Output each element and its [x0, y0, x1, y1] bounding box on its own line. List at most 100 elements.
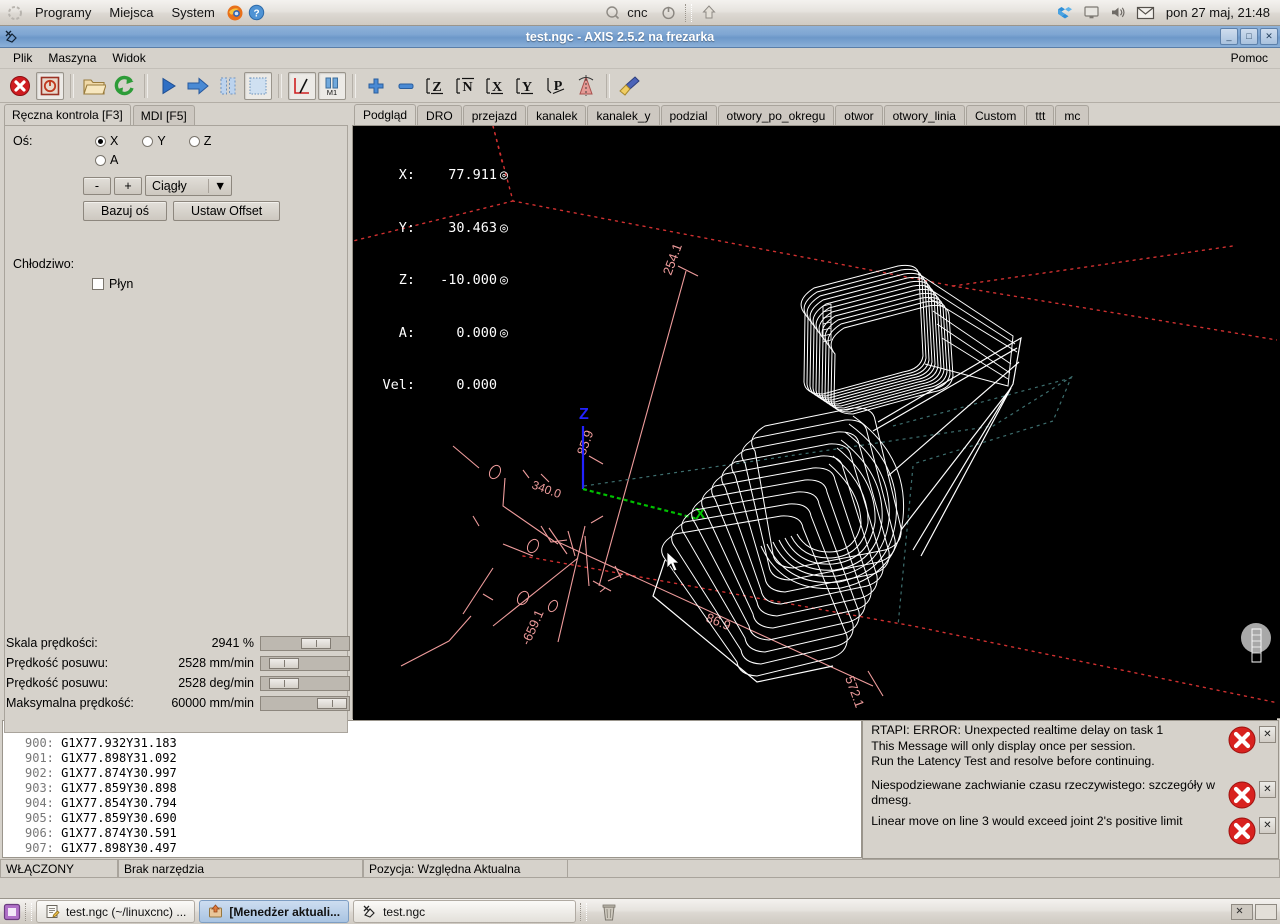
gcode-line[interactable]: 907: G1X77.898Y30.497: [3, 841, 861, 856]
radio-a-label: A: [110, 153, 119, 167]
view-n-icon-button[interactable]: N: [452, 72, 480, 100]
display-icon[interactable]: [1081, 2, 1103, 24]
error-x-icon[interactable]: [1227, 780, 1257, 810]
workspace-switcher[interactable]: [1231, 903, 1277, 920]
tab-custom[interactable]: Custom: [965, 105, 1026, 126]
max-velocity-slider[interactable]: [260, 695, 350, 711]
axis-radio-a[interactable]: A: [95, 153, 118, 167]
error-close-button[interactable]: ✕: [1259, 780, 1276, 798]
toggle-skip-lines-button[interactable]: [288, 71, 316, 100]
run-program-button[interactable]: [154, 72, 182, 100]
axis-radio-x[interactable]: X: [95, 134, 118, 148]
taskbar-item-update-manager[interactable]: [Menedżer aktuali...: [199, 900, 350, 923]
tab-mdi[interactable]: MDI [F5]: [132, 105, 195, 126]
help-icon[interactable]: ?: [246, 2, 268, 24]
machine-power-button[interactable]: [36, 71, 64, 100]
taskbar-item-editor[interactable]: test.ngc (~/linuxcnc) ...: [36, 900, 196, 923]
set-offset-button[interactable]: Ustaw Offset: [172, 201, 281, 221]
gcode-line[interactable]: 903: G1X77.859Y30.898: [3, 781, 861, 796]
toolbar-separator: [278, 73, 282, 98]
tab-przejazd[interactable]: przejazd: [462, 105, 527, 126]
tab-kanalek[interactable]: kanalek: [527, 105, 587, 126]
tab-manual-control[interactable]: Ręczna kontrola [F3]: [4, 104, 131, 126]
gcode-line[interactable]: 900: G1X77.932Y31.183: [3, 736, 861, 751]
gcode-line[interactable]: 904: G1X77.854Y30.794: [3, 796, 861, 811]
view-x-icon-button[interactable]: X: [482, 72, 510, 100]
firefox-icon[interactable]: [224, 2, 246, 24]
window-minimize-button[interactable]: _: [1220, 28, 1238, 45]
panel-menu-system[interactable]: System: [162, 2, 223, 23]
gnome-foot-icon[interactable]: [4, 2, 26, 24]
power-icon[interactable]: [657, 2, 679, 24]
coolant-flood-checkbox[interactable]: Płyn: [92, 277, 347, 291]
estop-button[interactable]: [6, 72, 34, 100]
taskbar-item-axis[interactable]: test.ngc: [353, 900, 577, 923]
error-close-button[interactable]: ✕: [1259, 726, 1276, 743]
trash-icon[interactable]: [599, 902, 619, 922]
error-close-button[interactable]: ✕: [1259, 816, 1276, 834]
dropbox-icon[interactable]: [1054, 2, 1076, 24]
reload-file-button[interactable]: [110, 72, 138, 100]
tab-otwor[interactable]: otwor: [835, 105, 883, 126]
optional-stop-m1-button[interactable]: M1: [318, 71, 346, 100]
rotate-cone-icon-button[interactable]: [572, 72, 600, 100]
gcode-line[interactable]: 901: G1X77.898Y31.092: [3, 751, 861, 766]
slider-thumb[interactable]: [269, 657, 299, 669]
gcode-line[interactable]: 905: G1X77.859Y30.690: [3, 811, 861, 826]
feed-override-slider[interactable]: [260, 635, 350, 651]
open-file-button[interactable]: [80, 72, 108, 100]
view-p-icon-button[interactable]: P: [542, 72, 570, 100]
jog-minus-button[interactable]: -: [83, 176, 111, 195]
stop-button[interactable]: [244, 71, 272, 100]
show-desktop-icon[interactable]: [3, 903, 21, 921]
gcode-line[interactable]: 906: G1X77.874Y30.591: [3, 826, 861, 841]
view-z-icon-button[interactable]: Z: [422, 72, 450, 100]
zoom-in-button[interactable]: [362, 72, 390, 100]
mail-icon[interactable]: [1135, 2, 1157, 24]
menu-plik[interactable]: Plik: [5, 49, 40, 67]
menu-maszyna[interactable]: Maszyna: [40, 49, 104, 67]
error-x-icon[interactable]: [1227, 725, 1257, 755]
error-x-icon[interactable]: [1227, 816, 1257, 846]
view-y-icon-button[interactable]: Y: [512, 72, 540, 100]
axis-radio-y[interactable]: Y: [142, 134, 166, 148]
jog-speed-linear-slider[interactable]: [260, 655, 350, 671]
slider-thumb[interactable]: [269, 677, 299, 689]
window-maximize-button[interactable]: □: [1240, 28, 1258, 45]
tab-otwory-po-okregu[interactable]: otwory_po_okregu: [717, 105, 835, 126]
pause-button[interactable]: [214, 72, 242, 100]
window-close-button[interactable]: ✕: [1260, 28, 1278, 45]
jog-speed-angular-slider[interactable]: [260, 675, 350, 691]
gcode-line[interactable]: 902: G1X77.874Y30.997: [3, 766, 861, 781]
slider-thumb[interactable]: [317, 697, 347, 709]
jog-plus-button[interactable]: +: [114, 176, 142, 195]
slider-thumb[interactable]: [301, 637, 331, 649]
clear-plot-broom-button[interactable]: [616, 72, 644, 100]
panel-menu-miejsca[interactable]: Miejsca: [100, 2, 162, 23]
menu-pomoc[interactable]: Pomoc: [1223, 49, 1280, 67]
tab-mc[interactable]: mc: [1055, 105, 1090, 126]
clock[interactable]: pon 27 maj, 21:48: [1162, 5, 1278, 20]
tab-podzial[interactable]: podzial: [660, 105, 717, 126]
tab-otwory-linia[interactable]: otwory_linia: [883, 105, 965, 126]
tab-ttt[interactable]: ttt: [1026, 105, 1055, 126]
gcode-listing[interactable]: 899: G1X77.973Y31.269 900: G1X77.932Y31.…: [2, 720, 863, 858]
panel-menu-programy[interactable]: Programy: [26, 2, 100, 23]
status-machine-state: WŁĄCZONY: [0, 859, 118, 878]
taskbar-item-label: test.ngc (~/linuxcnc) ...: [66, 904, 187, 919]
tab-podglad[interactable]: Podgląd: [354, 104, 417, 126]
axis-radio-z[interactable]: Z: [188, 134, 211, 148]
gl-preview-canvas[interactable]: 254.1 85.9 -659.1 86.9 572.1 340.0 Z X X…: [352, 125, 1280, 720]
update-arrow-icon[interactable]: [698, 2, 720, 24]
user-indicator[interactable]: cnc: [601, 2, 647, 24]
jog-increment-combo[interactable]: Ciągły ▼: [145, 175, 233, 196]
zoom-out-button[interactable]: [392, 72, 420, 100]
gcode-line-number: 900:: [25, 736, 54, 750]
volume-icon[interactable]: [1108, 2, 1130, 24]
window-titlebar[interactable]: test.ngc - AXIS 2.5.2 na frezarka _ □ ✕: [0, 26, 1280, 48]
tab-kanalek-y[interactable]: kanalek_y: [587, 105, 660, 126]
home-axis-button[interactable]: Bazuj oś: [83, 201, 167, 221]
step-button[interactable]: [184, 72, 212, 100]
menu-widok[interactable]: Widok: [104, 49, 153, 67]
tab-dro[interactable]: DRO: [417, 105, 462, 126]
